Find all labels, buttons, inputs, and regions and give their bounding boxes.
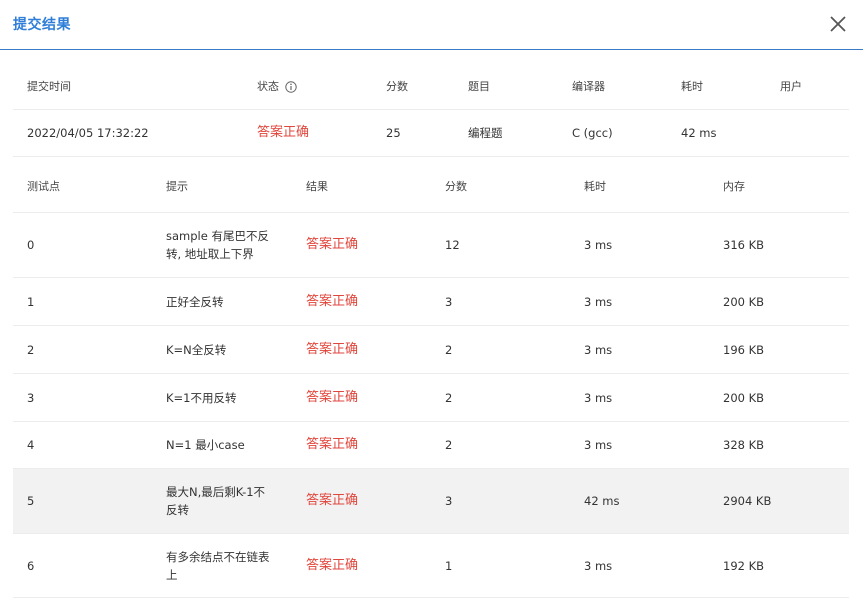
tc-hint: 有多余结点不在链表上 (166, 549, 270, 582)
tc-duration: 3 ms (584, 294, 613, 309)
submit-time: 2022/04/05 17:32:22 (27, 126, 149, 140)
submit-compiler: C (gcc) (572, 126, 613, 140)
header-time: 提交时间 (27, 80, 71, 93)
dialog-title: 提交结果 (13, 17, 71, 33)
tc-result: 答案正确 (306, 341, 359, 357)
tc-result: 答案正确 (306, 237, 359, 252)
tc-id: 6 (27, 558, 35, 573)
tc-result: 答案正确 (306, 557, 359, 573)
tc-hint: K=1不用反转 (166, 390, 237, 405)
tc-score: 12 (445, 238, 460, 252)
table-row: 4 N=1 最小case 答案正确 2 3 ms 328 KB (13, 422, 849, 469)
tc-result: 答案正确 (306, 293, 359, 309)
tc-duration: 3 ms (584, 390, 613, 405)
info-icon[interactable] (285, 81, 297, 93)
tc-header-memory: 内存 (723, 180, 745, 193)
tc-header-result: 结果 (306, 180, 328, 193)
tc-score: 1 (445, 558, 453, 573)
tc-duration: 3 ms (584, 558, 613, 573)
tc-id: 5 (27, 494, 35, 508)
header-problem: 题目 (468, 80, 490, 93)
tc-result: 答案正确 (306, 493, 359, 508)
close-icon (830, 16, 846, 32)
table-row: 6 有多余结点不在链表上 答案正确 1 3 ms 192 KB (13, 534, 849, 598)
tc-duration: 3 ms (584, 238, 613, 252)
header-compiler: 编译器 (572, 80, 605, 93)
tc-memory: 328 KB (723, 438, 765, 452)
tc-memory: 192 KB (723, 558, 765, 573)
submit-score: 25 (386, 126, 401, 140)
close-button[interactable] (827, 13, 849, 35)
tc-duration: 3 ms (584, 438, 613, 452)
tc-hint: K=N全反转 (166, 342, 227, 357)
tc-result: 答案正确 (306, 437, 359, 452)
submit-duration: 42 ms (681, 126, 717, 140)
tc-hint: 正好全反转 (166, 294, 224, 309)
tc-memory: 2904 KB (723, 494, 772, 508)
table-row: 2 K=N全反转 答案正确 2 3 ms 196 KB (13, 326, 849, 374)
tc-memory: 200 KB (723, 390, 765, 405)
tc-header-score: 分数 (445, 180, 467, 193)
summary-header-row: 提交时间 状态 分数 题目 编译器 耗时 用户 (13, 65, 849, 110)
tc-memory: 200 KB (723, 294, 765, 309)
dialog-header: 提交结果 (0, 0, 863, 50)
tc-memory: 196 KB (723, 342, 765, 357)
header-status: 状态 (257, 65, 297, 109)
testcase-header-row: 测试点 提示 结果 分数 耗时 内存 (13, 162, 849, 213)
submission-result-dialog: 提交结果 提交时间 状态 分数 题目 编译器 耗时 用户 2022/04/05 … (0, 0, 863, 604)
tc-hint: 最大N,最后剩K-1不反转 (166, 485, 266, 517)
tc-memory: 316 KB (723, 238, 765, 252)
tc-header-duration: 耗时 (584, 180, 606, 193)
tc-score: 2 (445, 390, 453, 405)
tc-duration: 3 ms (584, 342, 613, 357)
tc-id: 2 (27, 342, 35, 357)
header-status-label: 状态 (257, 80, 279, 93)
table-row: 0 sample 有尾巴不反转, 地址取上下界 答案正确 12 3 ms 316… (13, 213, 849, 278)
tc-header-hint: 提示 (166, 180, 188, 193)
tc-result: 答案正确 (306, 389, 359, 405)
tc-score: 2 (445, 342, 453, 357)
tc-score: 3 (445, 494, 453, 508)
table-row: 3 K=1不用反转 答案正确 2 3 ms 200 KB (13, 374, 849, 422)
tc-duration: 42 ms (584, 494, 620, 508)
tc-id: 1 (27, 294, 35, 309)
tc-id: 4 (27, 438, 35, 452)
submit-status: 答案正确 (257, 125, 310, 140)
summary-row: 2022/04/05 17:32:22 答案正确 25 编程题 C (gcc) … (13, 110, 849, 157)
tc-hint: sample 有尾巴不反转, 地址取上下界 (166, 229, 269, 261)
table-row: 5 最大N,最后剩K-1不反转 答案正确 3 42 ms 2904 KB (13, 469, 849, 534)
submit-problem: 编程题 (468, 126, 503, 140)
tc-hint: N=1 最小case (166, 438, 245, 452)
tc-header-id: 测试点 (27, 180, 60, 193)
header-user: 用户 (780, 80, 802, 93)
header-score: 分数 (386, 80, 408, 93)
tc-id: 3 (27, 390, 35, 405)
tc-score: 3 (445, 294, 453, 309)
header-duration: 耗时 (681, 80, 703, 93)
table-row: 1 正好全反转 答案正确 3 3 ms 200 KB (13, 278, 849, 326)
tc-score: 2 (445, 438, 453, 452)
tc-id: 0 (27, 238, 35, 252)
